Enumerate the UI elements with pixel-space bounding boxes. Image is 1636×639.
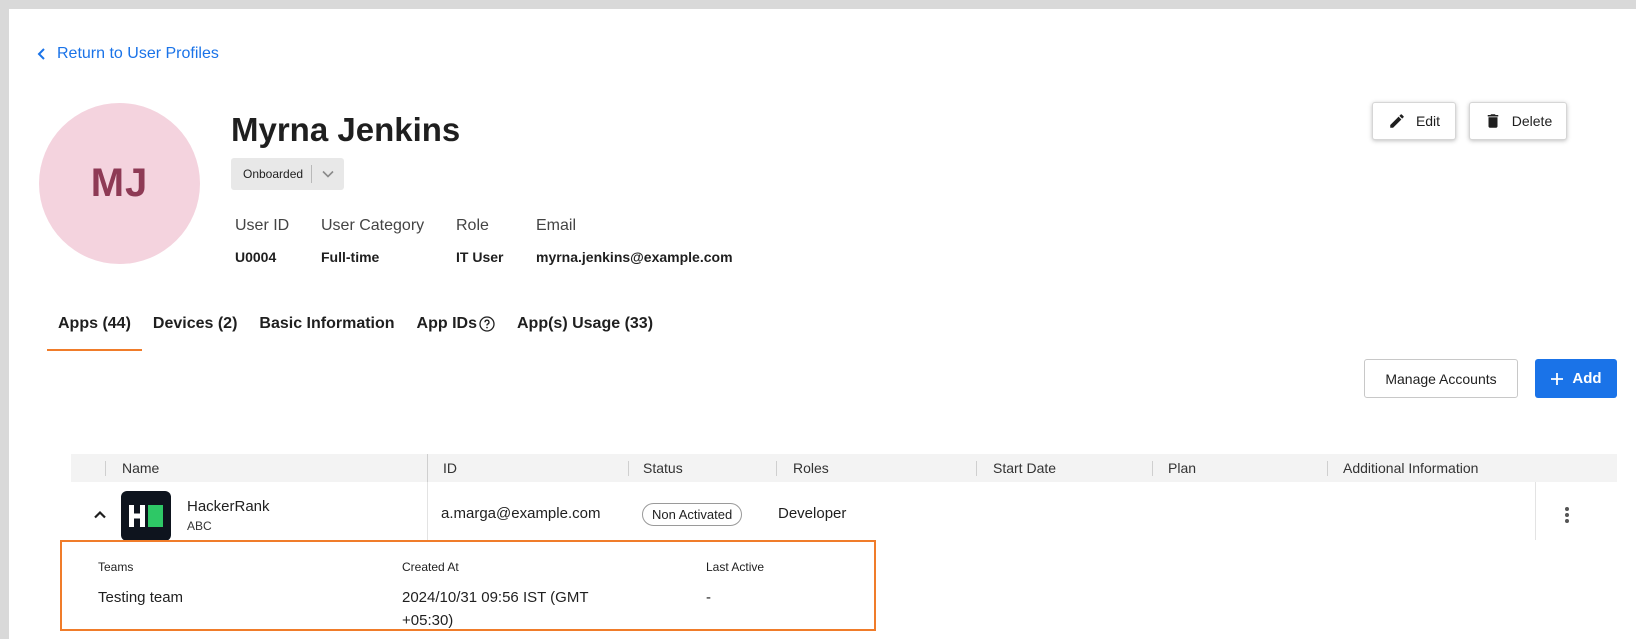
chevron-up-icon[interactable] — [91, 506, 109, 524]
more-vertical-icon[interactable] — [1557, 504, 1577, 526]
trash-icon — [1487, 114, 1499, 128]
pencil-icon — [1390, 114, 1404, 128]
tab-basic-information[interactable]: Basic Information — [248, 307, 405, 351]
column-divider — [105, 461, 106, 476]
column-divider — [427, 454, 428, 482]
email-label: Email — [536, 217, 577, 234]
edit-button[interactable]: Edit — [1372, 102, 1456, 140]
table-row[interactable]: HackerRank ABC a.marga@example.com Non A… — [71, 482, 1617, 548]
tab-basic-information-label: Basic Information — [259, 315, 395, 332]
status-select-value: Onboarded — [243, 167, 304, 181]
column-header-additional-information[interactable]: Additional Information — [1343, 460, 1478, 476]
chevron-left-icon — [37, 48, 45, 60]
avatar: MJ — [39, 103, 200, 264]
account-id: a.marga@example.com — [441, 505, 601, 522]
roles-value: Developer — [778, 505, 847, 522]
tab-app-usage-label: App(s) Usage (33) — [517, 315, 654, 332]
profile-tabs: Apps (44) Devices (2) Basic Information … — [47, 307, 664, 351]
add-button[interactable]: Add — [1535, 359, 1617, 398]
user-name: Myrna Jenkins — [231, 111, 461, 148]
role-label: Role — [456, 217, 489, 234]
plus-icon — [1551, 372, 1564, 385]
tab-app-ids[interactable]: App IDs — [406, 307, 506, 351]
status-badge: Non Activated — [642, 503, 743, 526]
user-id-label: User ID — [235, 217, 290, 234]
column-header-roles[interactable]: Roles — [793, 460, 829, 476]
column-header-status[interactable]: Status — [643, 460, 683, 476]
tab-app-ids-label: App IDs — [416, 315, 477, 332]
help-circle-icon[interactable] — [479, 316, 495, 332]
app-subtitle: ABC — [187, 519, 212, 533]
last-active-value: - — [706, 589, 711, 606]
column-divider — [1152, 461, 1153, 476]
edit-button-label: Edit — [1415, 113, 1441, 129]
app-name[interactable]: HackerRank — [187, 498, 270, 515]
role-field: Role IT User — [456, 217, 503, 265]
column-header-name[interactable]: Name — [122, 460, 159, 476]
user-id-value: U0004 — [235, 249, 277, 265]
column-divider — [1327, 461, 1328, 476]
column-header-plan[interactable]: Plan — [1168, 460, 1196, 476]
status-select[interactable]: Onboarded — [231, 158, 344, 190]
created-at-value: 2024/10/31 09:56 IST (GMT +05:30) — [402, 589, 589, 629]
user-category-value: Full-time — [321, 249, 380, 265]
table-header: Name ID Status Roles Start Date Plan Add… — [71, 454, 1617, 482]
last-active-label: Last Active — [706, 560, 765, 574]
overlay-strip — [876, 540, 1636, 639]
teams-label: Teams — [98, 560, 134, 574]
hackerrank-logo — [121, 491, 171, 541]
tab-app-usage[interactable]: App(s) Usage (33) — [506, 307, 664, 351]
delete-button-label: Delete — [1511, 113, 1553, 129]
back-link-label: Return to User Profiles — [57, 45, 219, 62]
user-category-label: User Category — [321, 217, 425, 234]
add-button-label: Add — [1572, 370, 1602, 387]
user-id-field: User ID U0004 — [235, 217, 289, 265]
column-header-start-date[interactable]: Start Date — [993, 460, 1056, 476]
chevron-down-icon[interactable] — [312, 167, 344, 181]
manage-accounts-button[interactable]: Manage Accounts — [1364, 359, 1518, 398]
teams-value: Testing team — [98, 589, 184, 606]
tab-devices-label: Devices (2) — [152, 315, 238, 332]
email-value: myrna.jenkins@example.com — [536, 249, 733, 265]
column-divider — [427, 482, 428, 548]
avatar-initials: MJ — [90, 161, 149, 205]
delete-button[interactable]: Delete — [1469, 102, 1567, 140]
column-header-id[interactable]: ID — [443, 460, 457, 476]
tab-devices[interactable]: Devices (2) — [142, 307, 249, 351]
column-divider — [1535, 482, 1536, 548]
created-at-label: Created At — [402, 560, 459, 574]
return-to-user-profiles-link[interactable]: Return to User Profiles — [35, 45, 219, 63]
email-field: Email myrna.jenkins@example.com — [536, 217, 733, 265]
column-divider — [976, 461, 977, 476]
tab-apps[interactable]: Apps (44) — [47, 307, 142, 351]
column-divider — [776, 461, 777, 476]
user-category-field: User Category Full-time — [321, 217, 424, 265]
tab-apps-label: Apps (44) — [58, 315, 131, 332]
expanded-row-details: Teams Testing team Created At 2024/10/31… — [60, 540, 876, 631]
column-divider — [628, 461, 629, 476]
role-value: IT User — [456, 249, 504, 265]
